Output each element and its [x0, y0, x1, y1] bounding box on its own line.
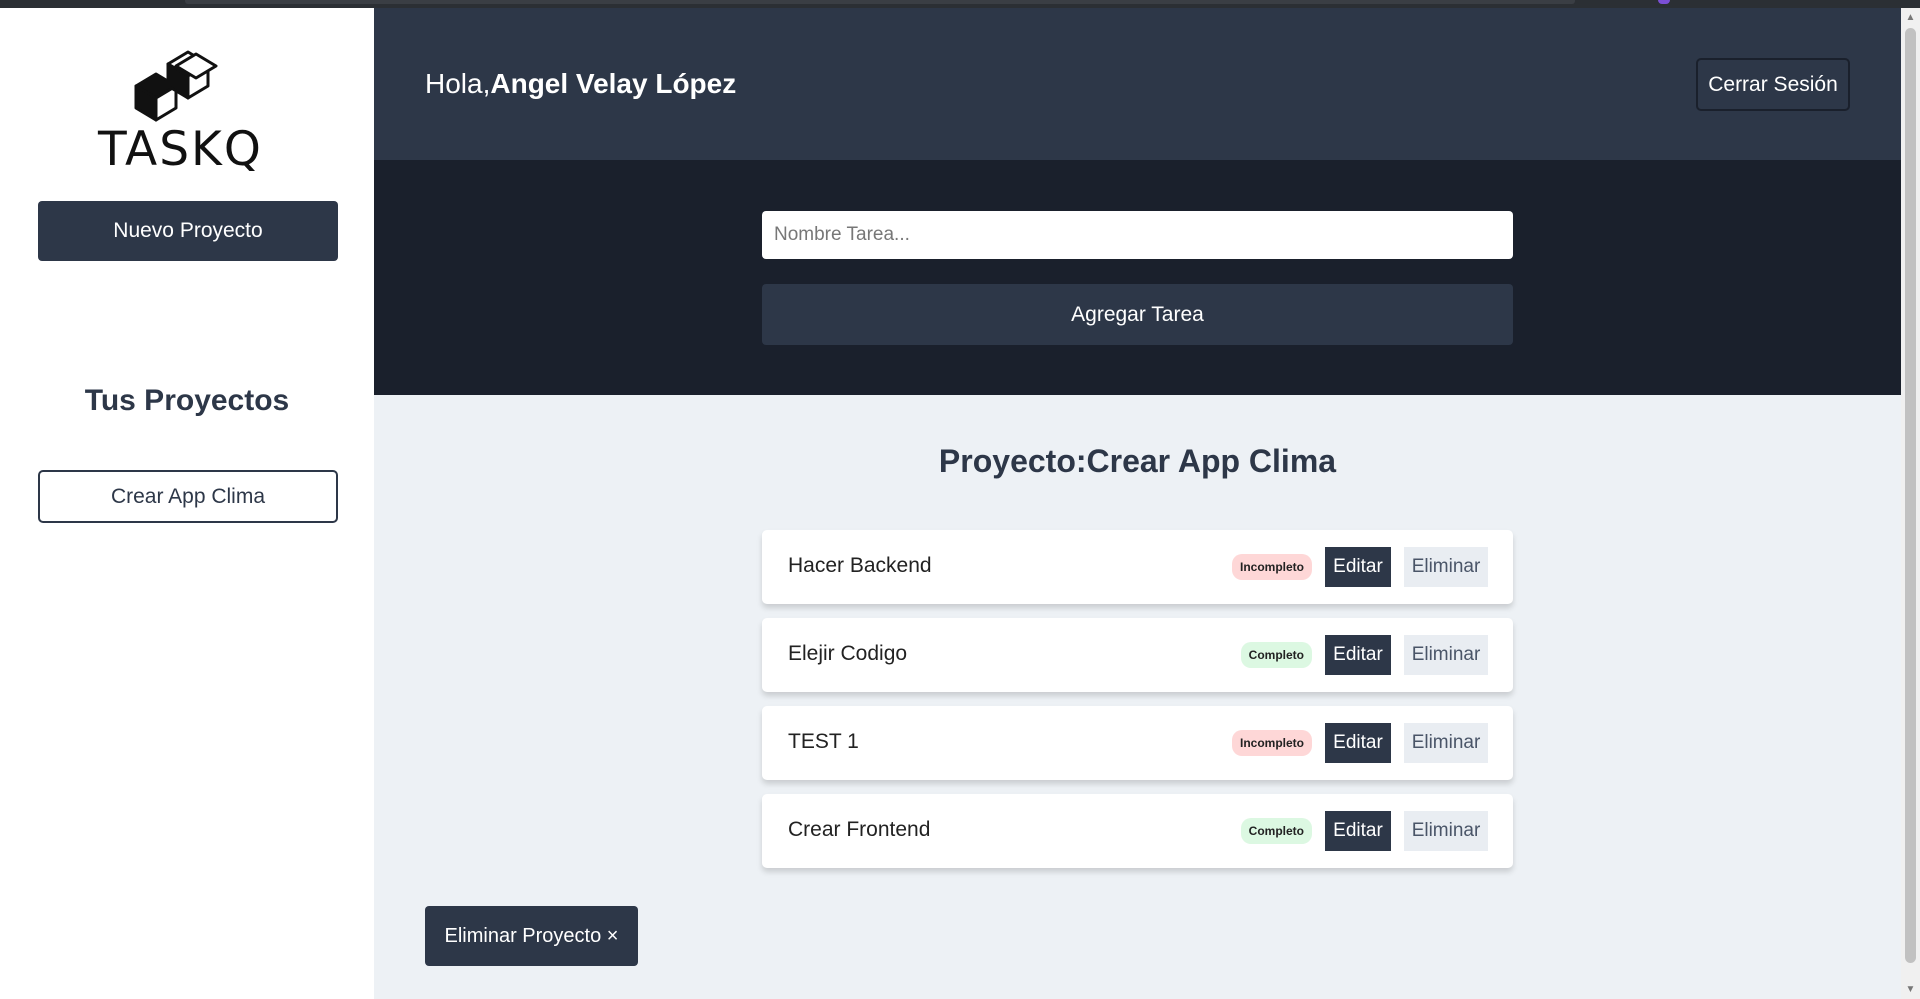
user-greeting: Hola,Angel Velay López — [425, 68, 736, 100]
status-badge[interactable]: Completo — [1240, 818, 1312, 844]
edit-task-button[interactable]: Editar — [1325, 547, 1391, 587]
browser-indicator — [1658, 0, 1670, 4]
arrow-up-icon[interactable]: ▲ — [1901, 8, 1920, 27]
logout-button[interactable]: Cerrar Sesión — [1696, 58, 1850, 111]
project-title-prefix: Proyecto: — [938, 443, 1087, 479]
project-item-crear-app-clima[interactable]: Crear App Clima — [38, 470, 338, 523]
project-title: Proyecto:Crear App Clima — [374, 443, 1901, 480]
projects-heading: Tus Proyectos — [84, 384, 290, 417]
task-row: TEST 1 Incompleto Editar Eliminar — [762, 706, 1513, 780]
status-badge[interactable]: Incompleto — [1231, 554, 1312, 580]
task-actions: Incompleto Editar Eliminar — [1231, 723, 1488, 763]
project-title-name: Crear App Clima — [1086, 443, 1337, 479]
edit-task-button[interactable]: Editar — [1325, 635, 1391, 675]
page-scrollbar[interactable]: ▲ ▼ — [1901, 8, 1920, 999]
status-badge[interactable]: Incompleto — [1231, 730, 1312, 756]
task-name: Elejir Codigo — [788, 642, 908, 665]
task-list: Hacer Backend Incompleto Editar Eliminar… — [762, 530, 1513, 882]
task-row: Hacer Backend Incompleto Editar Eliminar — [762, 530, 1513, 604]
status-badge[interactable]: Completo — [1240, 642, 1312, 668]
browser-top-strip — [0, 0, 1920, 8]
cubes-logo-icon — [134, 50, 218, 122]
app-logo: TASKQ — [98, 44, 263, 179]
browser-tab-bar — [185, 0, 1575, 4]
delete-task-button[interactable]: Eliminar — [1404, 635, 1488, 675]
edit-task-button[interactable]: Editar — [1325, 811, 1391, 851]
top-header: Hola,Angel Velay López Cerrar Sesión — [374, 8, 1901, 160]
delete-project-button[interactable]: Eliminar Proyecto × — [425, 906, 638, 966]
task-name: TEST 1 — [788, 730, 859, 753]
user-name: Angel Velay López — [490, 68, 737, 99]
task-row: Crear Frontend Completo Editar Eliminar — [762, 794, 1513, 868]
delete-task-button[interactable]: Eliminar — [1404, 811, 1488, 851]
task-form: Agregar Tarea — [374, 160, 1901, 395]
task-row: Elejir Codigo Completo Editar Eliminar — [762, 618, 1513, 692]
add-task-button[interactable]: Agregar Tarea — [762, 284, 1513, 345]
delete-task-button[interactable]: Eliminar — [1404, 547, 1488, 587]
scrollbar-thumb[interactable] — [1905, 28, 1916, 963]
edit-task-button[interactable]: Editar — [1325, 723, 1391, 763]
delete-task-button[interactable]: Eliminar — [1404, 723, 1488, 763]
new-project-button[interactable]: Nuevo Proyecto — [38, 201, 338, 261]
sidebar: TASKQ Nuevo Proyecto Tus Proyectos Crear… — [0, 8, 374, 999]
task-actions: Incompleto Editar Eliminar — [1231, 547, 1488, 587]
task-name-input[interactable] — [762, 211, 1513, 259]
greeting-prefix: Hola, — [425, 68, 491, 99]
logo-text: TASKQ — [98, 122, 263, 177]
arrow-down-icon[interactable]: ▼ — [1901, 980, 1920, 999]
project-content: Proyecto:Crear App Clima Hacer Backend I… — [374, 395, 1901, 999]
task-name: Crear Frontend — [788, 818, 931, 841]
task-name: Hacer Backend — [788, 554, 932, 577]
task-actions: Completo Editar Eliminar — [1240, 635, 1488, 675]
task-actions: Completo Editar Eliminar — [1240, 811, 1488, 851]
